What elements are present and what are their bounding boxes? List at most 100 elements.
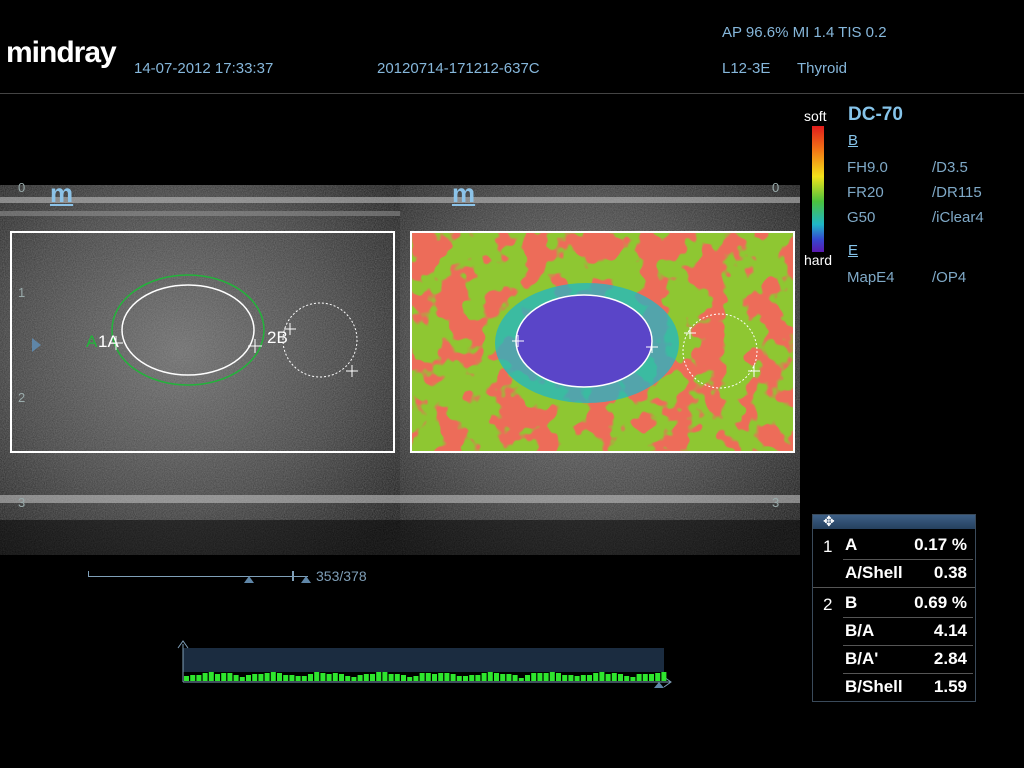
pressure-bar bbox=[444, 673, 450, 681]
cine-slider-start-tick bbox=[88, 571, 89, 577]
pressure-bar bbox=[289, 675, 295, 681]
pressure-bar bbox=[308, 674, 313, 681]
pressure-bar bbox=[215, 674, 220, 681]
pressure-bar bbox=[518, 678, 524, 681]
measurement-panel-header[interactable]: ✥ bbox=[813, 513, 975, 530]
pressure-bar bbox=[630, 677, 636, 681]
exam-datetime: 14-07-2012 17:33:37 bbox=[134, 60, 274, 77]
pressure-bar bbox=[537, 673, 543, 681]
pressure-bar bbox=[543, 673, 549, 681]
pressure-bar bbox=[649, 674, 654, 681]
pressure-bar bbox=[481, 673, 487, 681]
move-handle-icon[interactable]: ✥ bbox=[823, 513, 835, 530]
measurement-index: 1 bbox=[823, 537, 833, 556]
depth-label-right: 3 bbox=[772, 495, 780, 510]
param-right: /iClear4 bbox=[932, 209, 984, 226]
b-mode-label[interactable]: B bbox=[848, 132, 858, 149]
probe-name: L12-3E bbox=[722, 60, 771, 77]
colorbar-hard-label: hard bbox=[804, 252, 833, 268]
measurement-row: 1 A 0.17 % bbox=[813, 531, 975, 559]
param-right: /DR115 bbox=[932, 184, 982, 201]
pressure-bar bbox=[382, 672, 388, 681]
pressure-bar bbox=[512, 675, 518, 681]
pressure-bar bbox=[301, 676, 307, 681]
pressure-bar bbox=[506, 674, 512, 681]
pressure-bar bbox=[624, 676, 630, 681]
cine-slider-handle[interactable] bbox=[292, 571, 294, 581]
pressure-bar bbox=[376, 672, 382, 681]
panel-marker-left: m bbox=[50, 178, 74, 208]
pressure-bar bbox=[221, 673, 227, 681]
cine-end-marker-icon[interactable] bbox=[301, 576, 311, 583]
measurement-value: 4.14 bbox=[933, 621, 967, 640]
pressure-bar bbox=[227, 673, 233, 681]
roi-box-right[interactable] bbox=[410, 231, 795, 453]
strain-map bbox=[412, 233, 793, 451]
pressure-bar bbox=[587, 675, 592, 681]
pressure-bar bbox=[295, 676, 301, 681]
pressure-bar bbox=[233, 675, 239, 681]
pressure-bar bbox=[419, 673, 425, 681]
pressure-bar bbox=[283, 675, 289, 681]
elasticity-colorbar bbox=[812, 126, 824, 252]
depth-label-left: 3 bbox=[18, 495, 26, 510]
pressure-bar bbox=[580, 675, 586, 681]
pressure-bar bbox=[562, 675, 568, 681]
pressure-bar bbox=[208, 672, 214, 681]
measurement-divider bbox=[813, 587, 975, 588]
measurement-row: 2 B 0.69 % bbox=[813, 589, 975, 617]
pressure-bar bbox=[574, 676, 580, 681]
measurement-index: 2 bbox=[823, 595, 833, 614]
param-left: FH9.0 bbox=[847, 159, 888, 176]
pressure-bar bbox=[345, 676, 351, 681]
pressure-bar bbox=[264, 673, 270, 681]
pressure-bar bbox=[246, 675, 251, 681]
e-mode-label[interactable]: E bbox=[848, 242, 858, 259]
param-left: MapE4 bbox=[847, 269, 895, 286]
pressure-bar bbox=[487, 672, 493, 681]
pressure-bar bbox=[184, 676, 189, 681]
pressure-bar bbox=[351, 677, 357, 681]
pressure-indicator-graph bbox=[177, 640, 672, 688]
pressure-bar bbox=[655, 673, 661, 681]
pressure-bar bbox=[494, 673, 499, 681]
pressure-bar bbox=[413, 676, 419, 681]
pressure-bar bbox=[270, 672, 276, 681]
pressure-bar bbox=[388, 674, 394, 681]
pressure-bar bbox=[525, 675, 530, 681]
cine-start-marker-icon[interactable] bbox=[244, 576, 254, 583]
roi-box-left[interactable] bbox=[10, 231, 395, 453]
pressure-bar bbox=[531, 673, 537, 681]
pressure-bar bbox=[357, 675, 363, 681]
measurement-label: B/A bbox=[845, 621, 875, 640]
param-right: /D3.5 bbox=[932, 159, 968, 176]
cine-slider-track[interactable] bbox=[88, 576, 308, 577]
pressure-bar bbox=[636, 674, 642, 681]
pressure-bar bbox=[332, 673, 338, 681]
pressure-bar bbox=[252, 674, 258, 681]
measurement-panel[interactable]: ✥ 1 A 0.17 % A/Shell 0.38 2 B 0.69 % B/A… bbox=[812, 513, 976, 702]
pressure-bar bbox=[618, 674, 623, 681]
pressure-bar bbox=[425, 673, 431, 681]
header-divider bbox=[0, 93, 1024, 94]
pressure-bar bbox=[339, 674, 344, 681]
measurement-row: B/Shell 1.59 bbox=[813, 673, 975, 701]
pressure-bar bbox=[593, 673, 599, 681]
pressure-bar bbox=[456, 676, 462, 681]
exam-preset: Thyroid bbox=[797, 60, 848, 77]
measurement-label: B/A' bbox=[845, 649, 879, 668]
device-model: DC-70 bbox=[848, 104, 903, 125]
lesion-overlay-left bbox=[109, 274, 358, 386]
pressure-bar bbox=[202, 673, 208, 681]
lesion-label-1a: 1A bbox=[98, 332, 119, 351]
measurement-row: B/A 4.14 bbox=[813, 617, 975, 645]
pressure-bar bbox=[314, 672, 320, 681]
param-left: G50 bbox=[847, 209, 876, 226]
colorbar-soft-label: soft bbox=[804, 108, 827, 124]
pressure-bar bbox=[326, 674, 332, 681]
pressure-bar bbox=[370, 674, 375, 681]
measurement-value: 1.59 bbox=[933, 677, 967, 696]
pressure-bar bbox=[258, 674, 264, 681]
measurement-value: 0.17 % bbox=[914, 535, 967, 554]
pressure-bar bbox=[196, 675, 202, 681]
